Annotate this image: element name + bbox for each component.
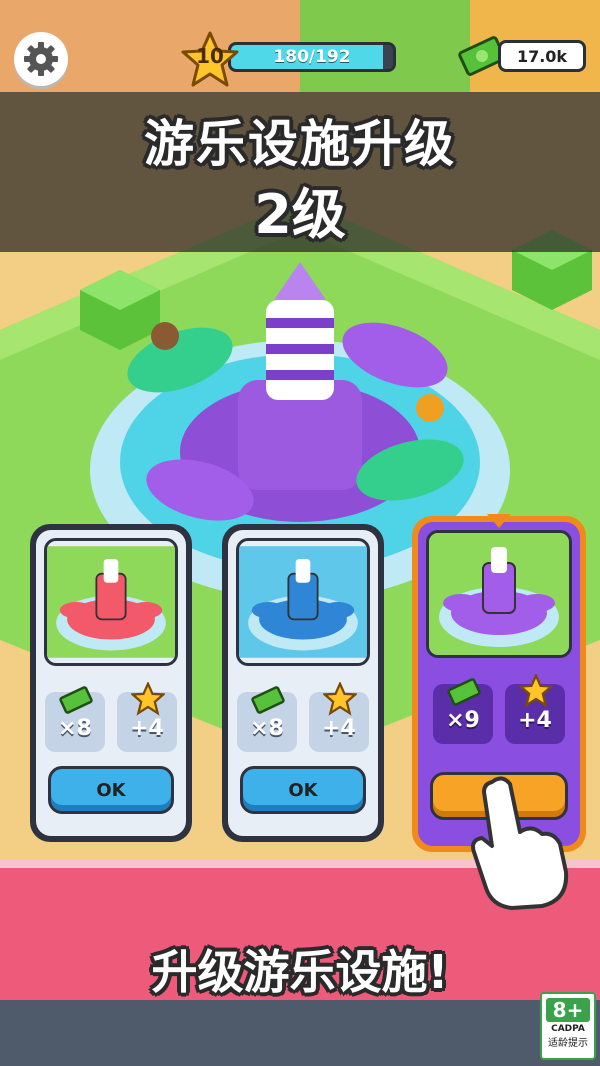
star-icon [131,682,165,716]
cash-reward-value: ×9 [446,708,480,733]
level-progress: 180/192 10 [180,30,400,87]
star-icon [323,682,357,716]
ride-preview [426,530,572,658]
xp-bar: 180/192 [228,42,396,72]
cash-reward-value: ×8 [250,716,284,741]
star-reward-value: +4 [518,708,552,733]
ride-preview-image [239,546,367,658]
ride-preview [44,538,178,666]
upgrade-card[interactable]: ×8 +4 OK [30,524,192,842]
cash-icon [251,686,285,714]
age-rating-badge: 8+ CADPA 适龄提示 [540,992,596,1060]
ride-preview-image [47,546,175,658]
cash-reward-value: ×8 [58,716,92,741]
ok-button[interactable]: OK [48,766,174,814]
pointing-hand-icon [471,776,569,910]
card-body: ×8 +4 OK [228,530,378,836]
money-counter: 17.0k [458,30,588,80]
card-body: ×8 +4 OK [36,530,186,836]
star-reward: +4 [117,682,177,752]
ok-button[interactable]: OK [240,766,366,814]
upgrade-card[interactable]: ×8 +4 OK [222,524,384,842]
level-star: 10 [180,30,240,90]
star-icon [519,674,553,708]
age-tip: 适龄提示 [548,1038,588,1049]
age-org: CADPA [551,1024,585,1034]
banner-level: 2级 [254,183,346,246]
level-number: 10 [196,44,224,68]
selection-marker-icon [487,514,511,528]
star-reward-value: +4 [130,716,164,741]
cash-reward: ×9 [433,678,493,744]
game-scene: 游乐设施升级 2级 180/192 10 17.0k ×8 +4 OK ×8 +… [0,0,600,1066]
banner-title: 游乐设施升级 [144,115,456,173]
ride-preview-image [429,533,569,655]
ride-preview [236,538,370,666]
star-reward: +4 [309,682,369,752]
star-reward: +4 [505,674,565,744]
cash-reward: ×8 [45,686,105,752]
money-value: 17.0k [498,40,586,72]
cash-reward: ×8 [237,686,297,752]
xp-text: 180/192 [273,47,351,67]
cash-icon [447,678,481,706]
gear-icon [24,42,58,76]
footer-slogan: 升级游乐设施! [151,945,449,999]
star-reward-value: +4 [322,716,356,741]
settings-button[interactable] [14,32,68,86]
cash-icon [59,686,93,714]
age-number: 8+ [546,998,590,1022]
